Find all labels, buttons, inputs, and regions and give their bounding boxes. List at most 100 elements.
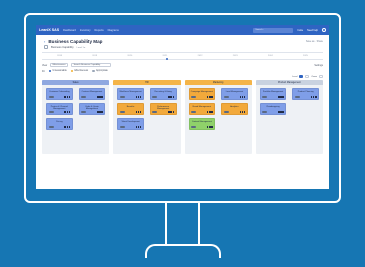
- card-footer: [152, 96, 174, 98]
- indicator: [66, 111, 69, 113]
- report-type-icon: [44, 45, 48, 49]
- indicator: [135, 111, 138, 113]
- timeline-label: 2022: [197, 55, 203, 57]
- timeline-label: 2020: [127, 55, 133, 57]
- timeline-handle[interactable]: [166, 58, 168, 60]
- indicator: [241, 111, 244, 113]
- legend-item: Appropriate: [92, 69, 108, 73]
- capability-card[interactable]: Campaign Management: [188, 88, 216, 100]
- nav-reports[interactable]: Reports: [95, 29, 104, 32]
- card-meta-bar: [48, 96, 54, 98]
- card-label: Contract Management: [81, 90, 103, 93]
- indicator: [64, 96, 66, 98]
- timeline-label: 2018: [57, 55, 62, 57]
- capability-card[interactable]: Performance Management: [149, 103, 177, 115]
- card-label: Order & Quote Management: [85, 105, 99, 111]
- card-meta-bar: [262, 111, 268, 113]
- indicator: [66, 126, 69, 128]
- nav-inventory[interactable]: Inventory: [80, 29, 91, 32]
- legend-label: Fit: [42, 69, 45, 73]
- card-indicators: [206, 126, 213, 128]
- capability-card[interactable]: Roadmapping: [259, 103, 287, 115]
- view-select[interactable]: Effectiveness: [50, 63, 69, 67]
- card-indicators: [64, 111, 71, 113]
- card-footer: [81, 111, 103, 113]
- indicator: [243, 96, 246, 98]
- capability-card[interactable]: Analytics: [221, 103, 248, 115]
- timeline-slider[interactable]: 2018 2019 2020 2021 2022 2023 2024 2025: [42, 52, 323, 60]
- capability-card[interactable]: Content Management: [188, 118, 216, 130]
- capability-card[interactable]: Product Planning: [292, 88, 319, 100]
- card-footer: [191, 111, 213, 113]
- card-label: Product Planning: [297, 90, 314, 93]
- card-footer: [48, 111, 71, 113]
- indicator: [66, 96, 69, 98]
- level-2-button[interactable]: [305, 74, 310, 79]
- capability-card[interactable]: Contract Management: [78, 88, 106, 100]
- card-label: Pricing: [56, 120, 63, 123]
- card-indicators: [278, 111, 284, 113]
- card-label: Content Management: [191, 120, 212, 123]
- help-button[interactable]: Need help: [307, 29, 318, 32]
- capability-search-input[interactable]: Search Business Capability: [71, 63, 112, 67]
- indicator: [139, 96, 142, 98]
- nav-dashboard[interactable]: Dashboard: [63, 29, 76, 32]
- card-meta-bar: [119, 126, 125, 128]
- capability-card[interactable]: Recruiting & Hiring: [149, 88, 177, 100]
- global-search-input[interactable]: Search...: [253, 27, 294, 33]
- capability-card[interactable]: Portfolio Management: [259, 88, 287, 100]
- top-navigation-bar: LeanIX SAS Dashboard Inventory Reports D…: [36, 25, 329, 35]
- capability-column: HR Workforce Management Recruiting & Hir…: [113, 80, 181, 154]
- card-meta-bar: [81, 96, 87, 98]
- capability-card[interactable]: Benefits: [117, 103, 144, 115]
- card-label: Recruiting & Hiring: [154, 90, 172, 93]
- capability-card[interactable]: Brand Management: [188, 103, 216, 115]
- capability-card[interactable]: Order & Quote Management: [78, 103, 106, 115]
- card-footer: [223, 111, 246, 113]
- report-subheader: Business Capability Level 1 ▾: [36, 44, 329, 50]
- capability-card[interactable]: Lead Management: [221, 88, 248, 100]
- monitor-stand-right: [198, 203, 200, 246]
- capability-card[interactable]: Talent Development: [117, 118, 144, 130]
- card-footer: [152, 111, 174, 113]
- card-indicators: [206, 96, 213, 98]
- card-footer: [223, 96, 246, 98]
- card-footer: [119, 111, 142, 113]
- zoom-button[interactable]: [319, 74, 323, 79]
- capability-card[interactable]: Pricing: [46, 118, 73, 130]
- indicator: [241, 96, 244, 98]
- card-meta-bar: [81, 111, 87, 113]
- card-meta-bar: [294, 96, 300, 98]
- legend-item-label: Unreasonable: [52, 70, 67, 72]
- legend-item-label: Effectiveness: [74, 70, 89, 72]
- nav-diagrams[interactable]: Diagrams: [108, 29, 119, 32]
- legend-item: Effectiveness: [70, 69, 89, 73]
- capability-card[interactable]: Workforce Management: [117, 88, 144, 100]
- indicator: [211, 126, 213, 128]
- capability-card[interactable]: Partner & Channel Management: [46, 103, 73, 115]
- invite-button[interactable]: Invite: [297, 29, 303, 32]
- indicator: [139, 126, 142, 128]
- card-indicators: [64, 96, 71, 98]
- indicator: [68, 96, 71, 98]
- timeline-label: 2019: [92, 55, 98, 57]
- card-label: Portfolio Management: [262, 90, 284, 93]
- card-meta-bar: [48, 111, 54, 113]
- timeline-label: 2024: [267, 55, 273, 57]
- card-meta-bar: [152, 111, 158, 113]
- card-indicators: [135, 111, 142, 113]
- column-body: Customer Onboarding Contract Management …: [42, 85, 109, 154]
- app-logo[interactable]: LeanIX SAS: [39, 28, 59, 32]
- card-footer: [81, 96, 103, 98]
- gear-icon[interactable]: [322, 28, 326, 32]
- back-arrow-icon[interactable]: ‹: [44, 39, 45, 44]
- header-actions[interactable]: Save as · Share: [306, 40, 323, 43]
- level-dropdown[interactable]: Level 1 ▾: [77, 46, 86, 49]
- settings-button[interactable]: Settings: [314, 64, 323, 67]
- legend-swatch: [92, 69, 95, 73]
- card-meta-bar: [262, 96, 268, 98]
- legend-swatch: [48, 69, 52, 73]
- capability-card[interactable]: Customer Onboarding: [46, 88, 73, 100]
- level-1-button[interactable]: [299, 74, 304, 79]
- card-label: Lead Management: [225, 90, 244, 93]
